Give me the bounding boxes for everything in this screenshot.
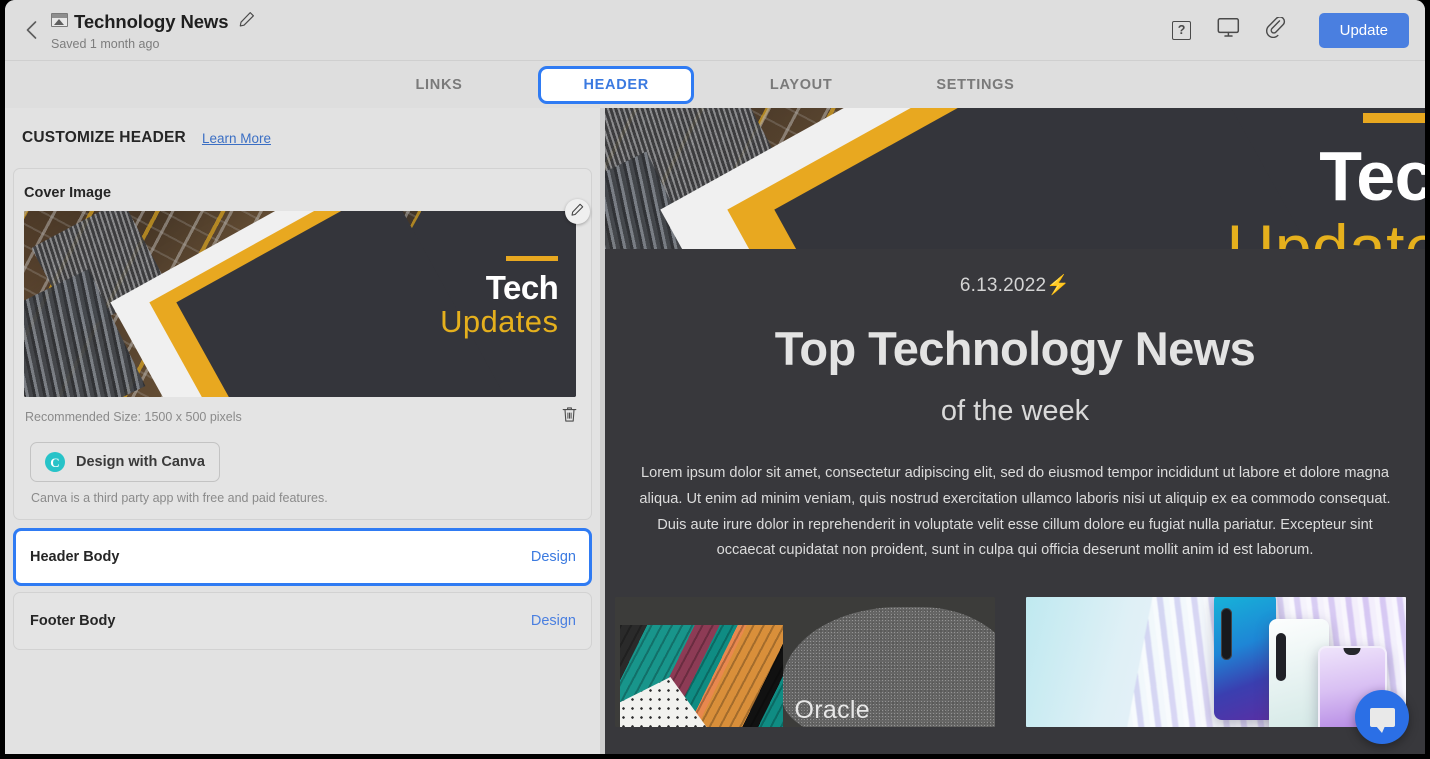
tab-layout[interactable]: LAYOUT <box>742 67 860 103</box>
page-title: Technology News <box>74 10 229 32</box>
footer-body-row: Footer Body Design <box>14 593 591 649</box>
tab-header[interactable]: HEADER <box>538 65 694 104</box>
panel-header: CUSTOMIZE HEADER Learn More <box>5 108 600 168</box>
preview-cover-text-block: Tech Updates <box>1226 112 1425 249</box>
article-title: Top Technology News <box>774 322 1256 375</box>
chat-widget-button[interactable] <box>1355 690 1409 744</box>
article-cards-row: Oracle <box>605 564 1425 728</box>
preview-desktop-button[interactable] <box>1216 17 1242 43</box>
design-with-canva-button[interactable]: C Design with Canva <box>30 442 220 482</box>
article-date-text: 6.13.2022 <box>959 275 1047 296</box>
canva-disclaimer: Canva is a third party app with free and… <box>31 491 328 505</box>
cover-rule <box>1363 112 1425 123</box>
edit-title-button[interactable] <box>239 11 255 32</box>
cover-image-thumbnail[interactable]: Tech Updates <box>24 211 576 397</box>
article-paragraph: Lorem ipsum dolor sit amet, consectetur … <box>639 465 1391 559</box>
footer-body-label: Footer Body <box>30 613 116 629</box>
email-preview-panel: Tech Updates 6.13.2022⚡ Top Technology N… <box>605 108 1425 754</box>
framed-picture-emoji <box>51 13 68 28</box>
desktop-monitor-icon <box>1217 17 1240 43</box>
panel-filler <box>5 658 600 754</box>
canva-logo-icon: C <box>45 452 65 472</box>
top-bar: Technology News Saved 1 month ago ? Upda… <box>5 0 1425 61</box>
footer-body-card[interactable]: Footer Body Design <box>13 592 592 650</box>
document-title-block: Technology News Saved 1 month ago <box>51 10 1169 51</box>
cover-image-card: Cover Image Tech Updates Recommended Siz… <box>13 168 592 520</box>
header-body-label: Header Body <box>30 549 120 565</box>
question-mark-icon: ? <box>1172 20 1192 40</box>
edit-cover-image-button[interactable] <box>565 199 590 224</box>
footer-body-design-link[interactable]: Design <box>531 613 576 629</box>
tab-settings[interactable]: SETTINGS <box>908 67 1042 103</box>
cover-rule <box>506 255 559 261</box>
cover-line-tech: Tech <box>1319 136 1425 215</box>
header-body-row: Header Body Design <box>16 531 589 583</box>
trash-icon <box>562 406 577 428</box>
saved-status: Saved 1 month ago <box>51 36 160 51</box>
cover-image-label: Cover Image <box>24 185 112 201</box>
cover-line-updates: Updates <box>1226 210 1425 249</box>
article-date: 6.13.2022⚡ <box>605 273 1425 297</box>
abstract-artwork <box>619 625 783 728</box>
header-body-design-link[interactable]: Design <box>531 549 576 565</box>
header-body-card[interactable]: Header Body Design <box>13 528 592 586</box>
attach-link-button[interactable] <box>1263 16 1289 43</box>
article-subtitle: of the week <box>940 395 1090 428</box>
phone-blue <box>1213 597 1276 721</box>
canva-button-label: Design with Canva <box>76 454 205 470</box>
app-window: Technology News Saved 1 month ago ? Upda… <box>5 0 1425 754</box>
cover-text-block: Tech Updates <box>440 255 559 340</box>
preview-hero-image: Tech Updates <box>605 108 1425 249</box>
paperclip-icon <box>1265 16 1286 43</box>
recommended-size-row: Recommended Size: 1500 x 500 pixels <box>14 397 591 430</box>
preview-article: 6.13.2022⚡ Top Technology News of the we… <box>605 249 1425 728</box>
back-button[interactable] <box>15 14 47 46</box>
topbar-actions: ? Update <box>1169 12 1409 48</box>
content-area: CUSTOMIZE HEADER Learn More Cover Image <box>5 108 1425 754</box>
tab-links[interactable]: LINKS <box>387 67 490 103</box>
cover-thumbnail-wrapper: Tech Updates <box>24 199 590 397</box>
high-voltage-emoji: ⚡ <box>1046 275 1071 296</box>
update-button[interactable]: Update <box>1318 12 1409 48</box>
title-row: Technology News <box>51 10 1169 34</box>
device-frame: Technology News Saved 1 month ago ? Upda… <box>0 0 1430 759</box>
chat-bubble-icon <box>1369 707 1395 733</box>
delete-cover-image-button[interactable] <box>560 404 579 430</box>
panel-heading: CUSTOMIZE HEADER <box>22 129 186 146</box>
preview-cover-art-graphic: Tech Updates <box>605 108 1425 249</box>
oracle-news-card[interactable]: Oracle <box>614 597 995 728</box>
pencil-icon <box>239 11 255 32</box>
chevron-left-icon <box>26 21 37 39</box>
tab-bar: LINKS HEADER LAYOUT SETTINGS <box>5 61 1425 108</box>
cover-line-updates: Updates <box>440 303 559 339</box>
oracle-caption: Oracle <box>794 696 870 725</box>
customize-header-panel: CUSTOMIZE HEADER Learn More Cover Image <box>5 108 600 754</box>
pencil-icon <box>571 203 584 221</box>
help-button[interactable]: ? <box>1169 17 1195 43</box>
learn-more-link[interactable]: Learn More <box>202 131 271 146</box>
recommended-size-text: Recommended Size: 1500 x 500 pixels <box>25 410 242 424</box>
phones-news-card[interactable] <box>1025 597 1406 728</box>
cover-line-tech: Tech <box>485 268 559 306</box>
cover-art-graphic: Tech Updates <box>24 211 576 397</box>
